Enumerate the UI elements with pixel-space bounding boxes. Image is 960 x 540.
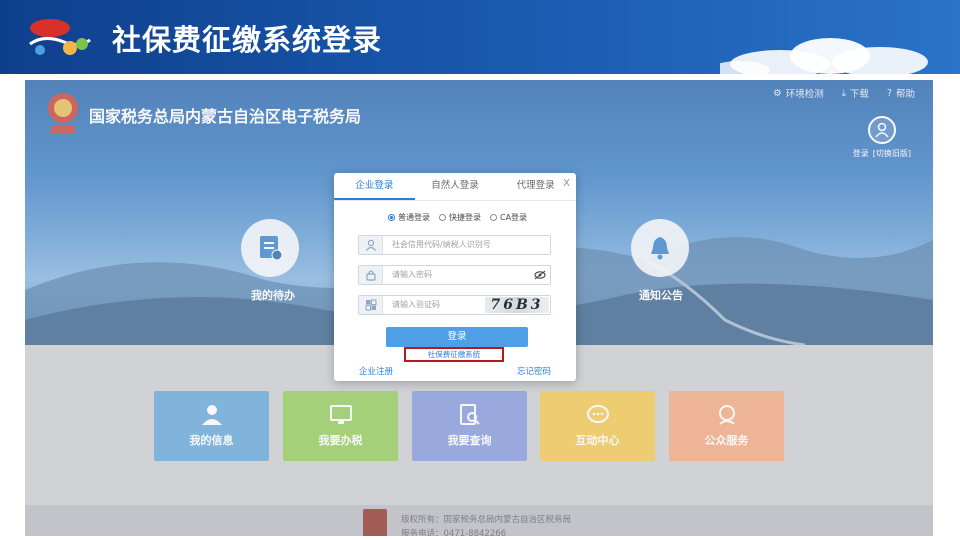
user-icon bbox=[359, 236, 383, 254]
password-input[interactable]: 请输入密码 bbox=[358, 265, 551, 285]
password-placeholder: 请输入密码 bbox=[392, 270, 432, 279]
login-tabs: 企业登录 自然人登录 代理登录 bbox=[334, 173, 576, 201]
radio-quick-login[interactable]: 快捷登录 bbox=[439, 212, 481, 223]
header-divider bbox=[0, 74, 960, 78]
enterprise-register-link[interactable]: 企业注册 bbox=[359, 365, 393, 377]
forgot-password-link[interactable]: 忘记密码 bbox=[517, 365, 551, 377]
social-insurance-system-link[interactable]: 社保费征缴系统 bbox=[404, 347, 504, 362]
captcha-input[interactable]: 请输入验证码 76B3 bbox=[358, 295, 551, 315]
eye-slash-icon[interactable] bbox=[534, 270, 546, 280]
radio-normal-login[interactable]: 普通登录 bbox=[388, 212, 430, 223]
captcha-placeholder: 请输入验证码 bbox=[392, 300, 440, 309]
portal-screenshot: 国家税务总局内蒙古自治区电子税务局 ⚙ 环境检测 ⤓ 下载 ? 帮助 登录 [切… bbox=[25, 80, 933, 536]
taxpayer-id-input[interactable]: 社会信用代码/纳税人识别号 bbox=[358, 235, 551, 255]
login-dialog: 企业登录 自然人登录 代理登录 X 普通登录 快捷登录 CA登录 社会信用代码/… bbox=[334, 173, 576, 381]
captcha-icon bbox=[359, 296, 383, 314]
tab-enterprise-login[interactable]: 企业登录 bbox=[334, 173, 415, 200]
login-button[interactable]: 登录 bbox=[386, 327, 528, 347]
tab-individual-login[interactable]: 自然人登录 bbox=[415, 173, 496, 200]
captcha-image[interactable]: 76B3 bbox=[485, 297, 549, 313]
slide-title: 社保费征缴系统登录 bbox=[112, 23, 383, 57]
login-mode-group: 普通登录 快捷登录 CA登录 bbox=[388, 212, 527, 223]
tax-mascot-logo bbox=[29, 19, 91, 55]
taxpayer-id-placeholder: 社会信用代码/纳税人识别号 bbox=[392, 240, 491, 249]
radio-ca-login[interactable]: CA登录 bbox=[490, 212, 527, 223]
slide-header: 社保费征缴系统登录 bbox=[0, 0, 960, 74]
cloud-decoration bbox=[720, 38, 928, 74]
close-icon[interactable]: X bbox=[563, 178, 570, 189]
lock-icon bbox=[359, 266, 383, 284]
